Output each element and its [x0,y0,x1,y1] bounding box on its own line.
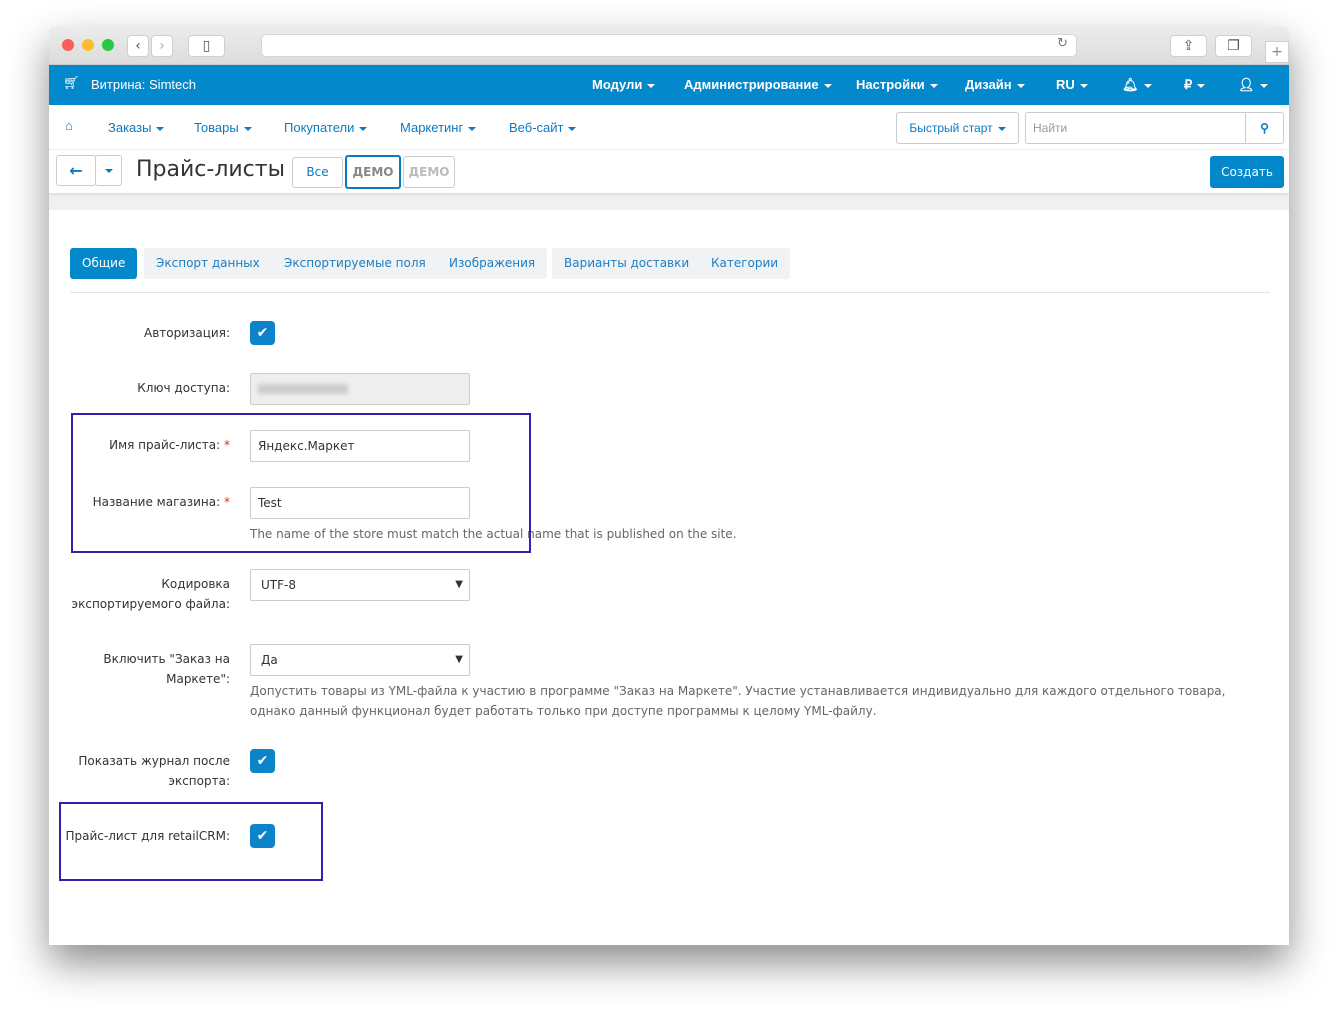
tabs-divider [70,292,1270,293]
auth-checkbox[interactable]: ✔ [250,321,275,345]
show-log-checkbox[interactable]: ✔ [250,749,275,773]
access-key-field [250,373,470,405]
tab-images[interactable]: Изображения [437,248,548,279]
chevron-down-icon: ▼ [455,579,463,590]
browser-window: ‹ › ▯ ↻ ⇪ ❐ + 🛒︎ Витрина: Simtech Модули… [49,27,1289,945]
encoding-label: Кодировка экспортируемого файла: [71,577,230,611]
tab-shipping[interactable]: Варианты доставки [552,248,702,279]
encoding-select[interactable]: UTF-8 ▼ [250,569,470,601]
highlight-box [71,413,531,553]
tab-data-export[interactable]: Экспорт данных [144,248,272,279]
highlight-box [59,802,323,881]
show-log-label: Показать журнал после экспорта: [78,754,230,788]
tab-general[interactable]: Общие [70,248,138,279]
tab-export-fields[interactable]: Экспортируемые поля [272,248,438,279]
market-order-help: Допустить товары из YML-файла к участию … [250,684,1226,718]
chevron-down-icon: ▼ [455,654,463,665]
auth-label: Авторизация: [144,326,230,340]
tab-categories[interactable]: Категории [699,248,791,279]
market-order-label: Включить "Заказ на Маркете": [103,652,230,686]
key-label: Ключ доступа: [137,381,230,395]
market-order-select[interactable]: Да ▼ [250,644,470,676]
